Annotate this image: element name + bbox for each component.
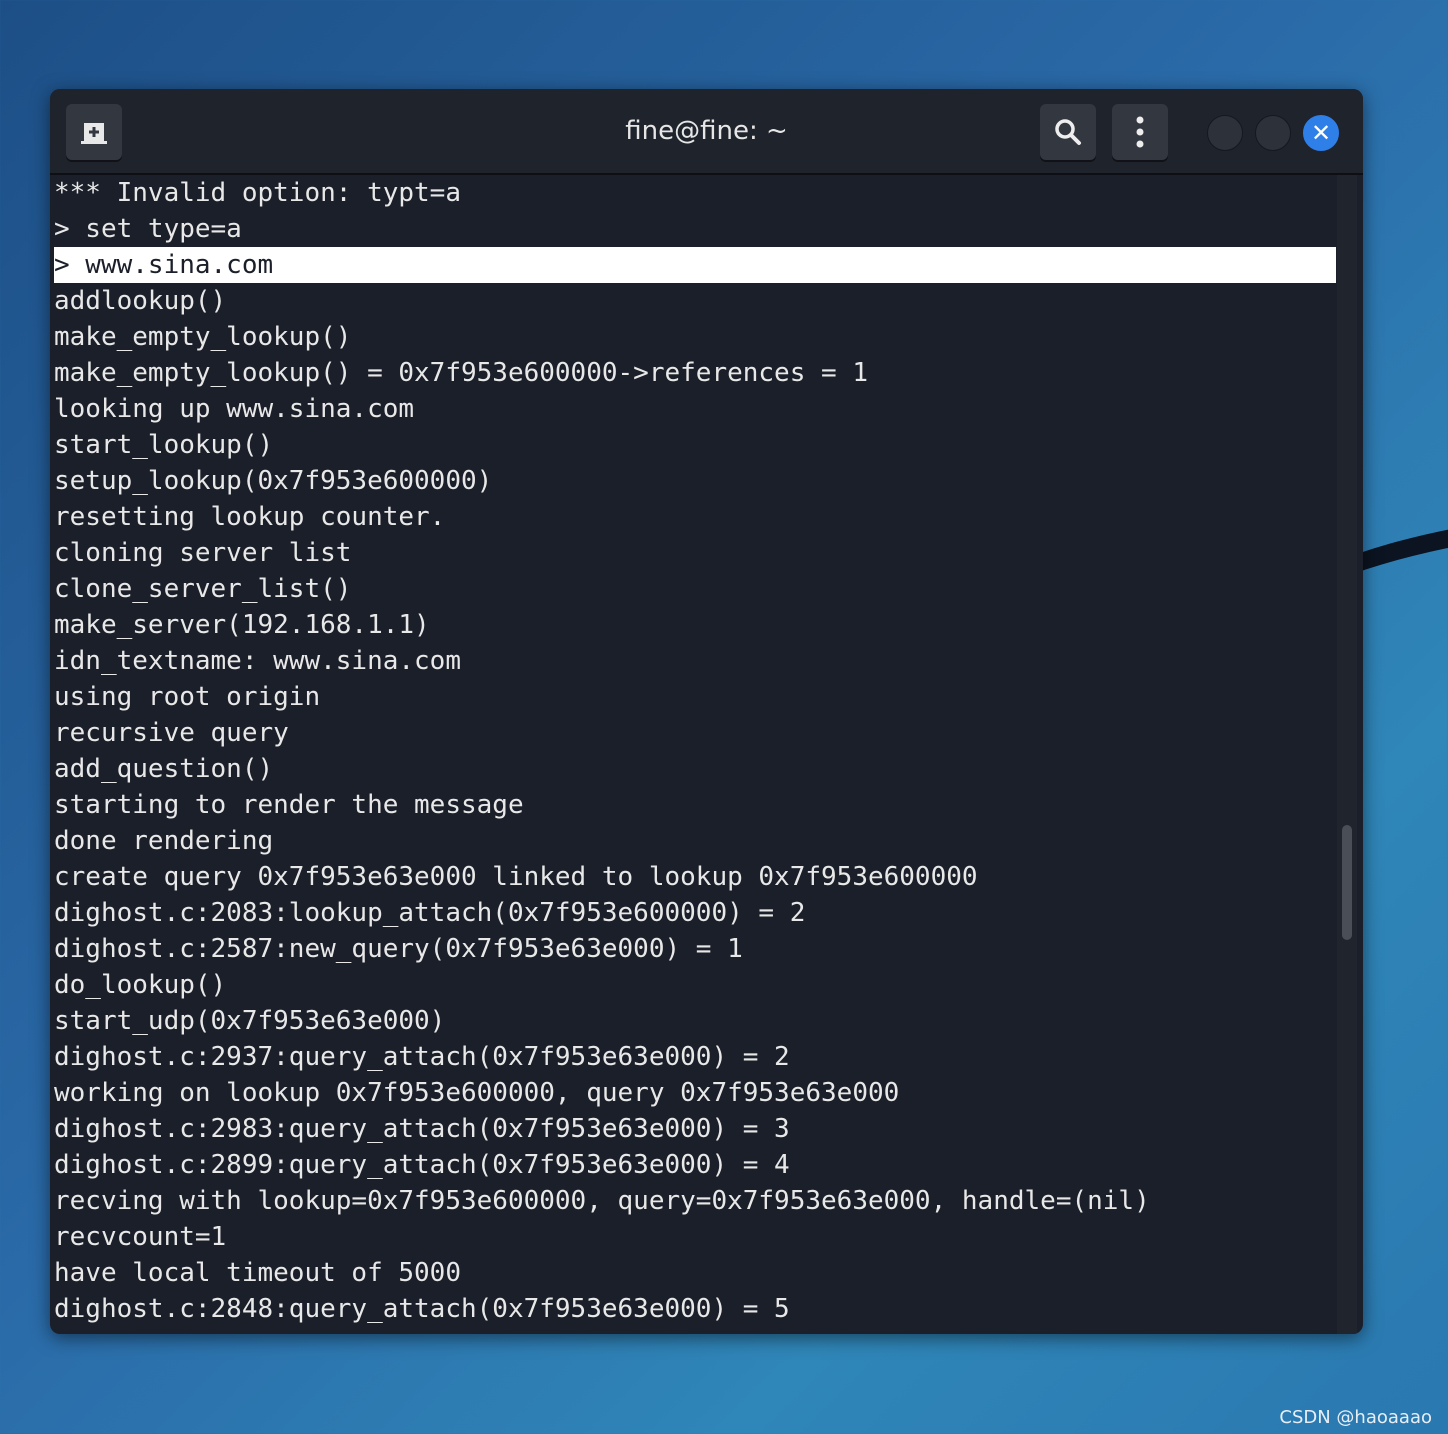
terminal-line: clone_server_list() bbox=[54, 574, 352, 604]
watermark: CSDN @haoaaao bbox=[1279, 1407, 1432, 1428]
title-bar: fine@fine: ~ ✕ bbox=[50, 89, 1363, 175]
terminal-line: create query 0x7f953e63e000 linked to lo… bbox=[54, 862, 978, 892]
new-tab-button[interactable] bbox=[66, 104, 122, 160]
terminal-line: recving with lookup=0x7f953e600000, quer… bbox=[54, 1186, 1150, 1216]
maximize-button[interactable] bbox=[1255, 115, 1291, 151]
scrollbar-thumb[interactable] bbox=[1342, 825, 1352, 940]
minimize-button[interactable] bbox=[1207, 115, 1243, 151]
close-icon: ✕ bbox=[1310, 119, 1332, 147]
terminal-line: dighost.c:2983:query_attach(0x7f953e63e0… bbox=[54, 1114, 790, 1144]
terminal-line: start_udp(0x7f953e63e000) bbox=[54, 1006, 446, 1036]
terminal-line: resetting lookup counter. bbox=[54, 502, 446, 532]
terminal-line: recvcount=1 bbox=[54, 1222, 227, 1252]
terminal-line: working on lookup 0x7f953e600000, query … bbox=[54, 1078, 900, 1108]
new-tab-icon bbox=[81, 123, 107, 144]
terminal-line: dighost.c:2083:lookup_attach(0x7f953e600… bbox=[54, 898, 806, 928]
terminal-line: starting to render the message bbox=[54, 790, 524, 820]
terminal-line: make_empty_lookup() = 0x7f953e600000->re… bbox=[54, 358, 868, 388]
terminal-line: dighost.c:2937:query_attach(0x7f953e63e0… bbox=[54, 1042, 790, 1072]
terminal-output[interactable]: *** Invalid option: typt=a > set type=a > … bbox=[54, 175, 1336, 1327]
terminal-line: start_lookup() bbox=[54, 430, 274, 460]
scrollbar[interactable] bbox=[1337, 175, 1357, 1334]
kebab-menu-icon bbox=[1136, 116, 1144, 148]
search-icon bbox=[1055, 119, 1081, 145]
terminal-line: looking up www.sina.com bbox=[54, 394, 415, 424]
terminal-line: make_empty_lookup() bbox=[54, 322, 352, 352]
terminal-line: dighost.c:2848:query_attach(0x7f953e63e0… bbox=[54, 1294, 790, 1324]
terminal-line: recursive query bbox=[54, 718, 289, 748]
close-button[interactable]: ✕ bbox=[1303, 115, 1339, 151]
terminal-window: fine@fine: ~ ✕ *** Invalid option: typt=… bbox=[50, 89, 1363, 1334]
terminal-line: addlookup() bbox=[54, 286, 227, 316]
terminal-line: > set type=a bbox=[54, 214, 242, 244]
terminal-line: idn_textname: www.sina.com bbox=[54, 646, 461, 676]
terminal-line: using root origin bbox=[54, 682, 321, 712]
terminal-line: dighost.c:2899:query_attach(0x7f953e63e0… bbox=[54, 1150, 790, 1180]
terminal-line: done rendering bbox=[54, 826, 274, 856]
search-button[interactable] bbox=[1040, 104, 1096, 160]
terminal-line: add_question() bbox=[54, 754, 274, 784]
terminal-line: make_server(192.168.1.1) bbox=[54, 610, 430, 640]
terminal-line: dighost.c:2587:new_query(0x7f953e63e000)… bbox=[54, 934, 743, 964]
terminal-line: cloning server list bbox=[54, 538, 352, 568]
terminal-line: have local timeout of 5000 bbox=[54, 1258, 461, 1288]
terminal-line: *** Invalid option: typt=a bbox=[54, 178, 461, 208]
terminal-line: setup_lookup(0x7f953e600000) bbox=[54, 466, 493, 496]
menu-button[interactable] bbox=[1112, 104, 1168, 160]
terminal-line: do_lookup() bbox=[54, 970, 227, 1000]
terminal-line: > www.sina.com bbox=[54, 247, 1336, 283]
